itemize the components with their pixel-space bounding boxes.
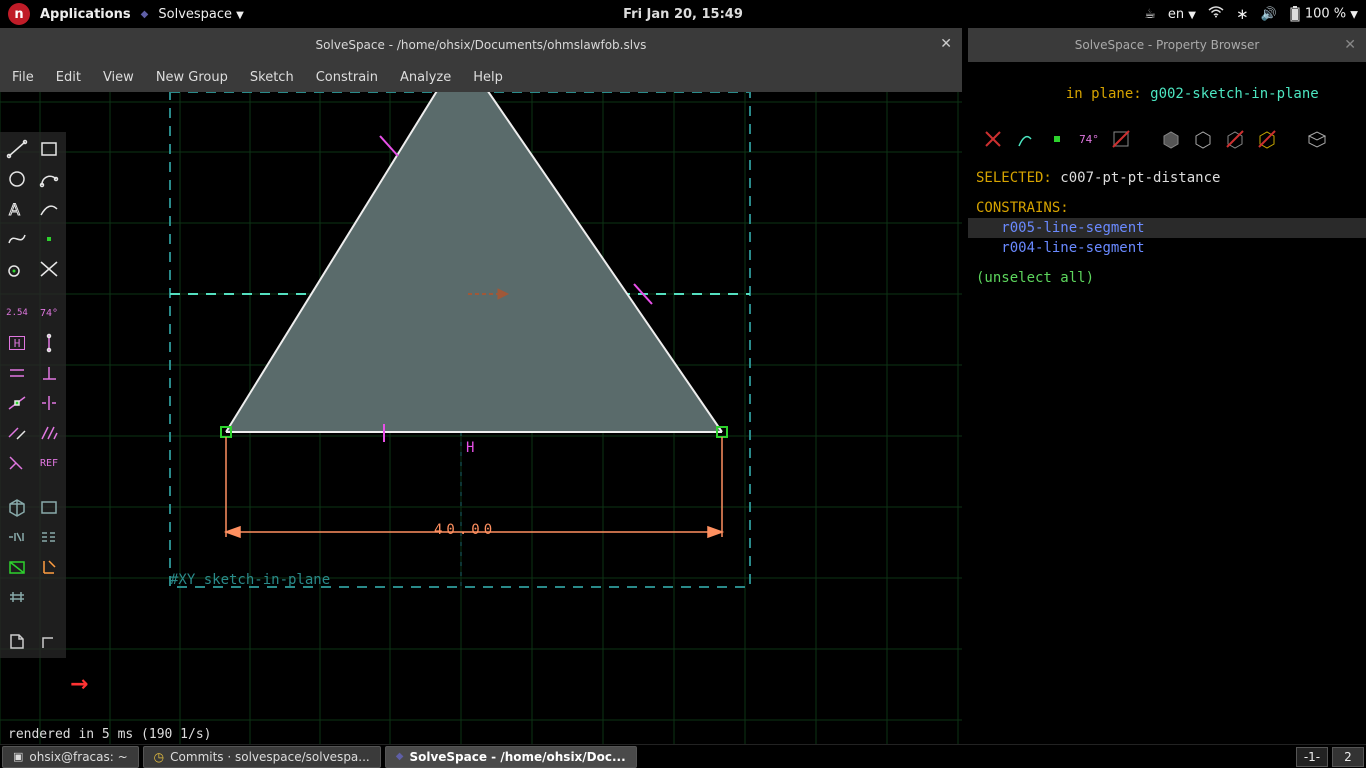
gnome-top-bar: n Applications ◆ Solvespace ▼ Fri Jan 20… xyxy=(0,0,1366,28)
task-terminal[interactable]: ▣ ohsix@fracas: ~ xyxy=(2,746,139,768)
pi-2[interactable] xyxy=(1014,128,1036,150)
pi-10[interactable] xyxy=(1306,128,1328,150)
tool-perpendicular[interactable] xyxy=(34,360,64,386)
pi-8[interactable] xyxy=(1224,128,1246,150)
menu-edit[interactable]: Edit xyxy=(56,70,81,85)
tool-view-1[interactable] xyxy=(2,524,32,550)
constrain-item-0[interactable]: r005-line-segment xyxy=(968,218,1366,238)
tool-tangent-arc[interactable] xyxy=(34,196,64,222)
tool-horizontal[interactable]: H xyxy=(9,336,25,350)
tool-text[interactable]: A xyxy=(2,196,32,222)
prop-title-text: SolveSpace - Property Browser xyxy=(1075,38,1260,52)
prop-titlebar[interactable]: SolveSpace - Property Browser ✕ xyxy=(968,28,1366,62)
tool-pt-on-line[interactable] xyxy=(2,390,32,416)
property-browser-window: SolveSpace - Property Browser ✕ in plane… xyxy=(968,28,1366,744)
close-icon[interactable]: ✕ xyxy=(940,36,952,52)
menubar: File Edit View New Group Sketch Constrai… xyxy=(0,62,962,92)
constrain-item-1[interactable]: r004-line-segment xyxy=(968,238,1366,258)
separator-icon: ◆ xyxy=(141,9,149,20)
pi-9[interactable] xyxy=(1256,128,1278,150)
red-arrow-icon: → xyxy=(70,672,88,697)
menu-analyze[interactable]: Analyze xyxy=(400,70,451,85)
task-browser[interactable]: ◷ Commits · solvespace/solvespa... xyxy=(143,746,381,768)
applications-menu[interactable]: Applications xyxy=(40,7,131,22)
pi-5[interactable] xyxy=(1110,128,1132,150)
tool-line[interactable] xyxy=(2,136,32,162)
unselect-all[interactable]: (unselect all) xyxy=(968,268,1366,288)
bluetooth-icon[interactable]: ∗ xyxy=(1236,5,1249,23)
tool-rectangle[interactable] xyxy=(34,136,64,162)
status-line: rendered in 5 ms (190 1/s) xyxy=(8,727,212,742)
prop-constrains-label: CONSTRAINS: xyxy=(968,198,1366,218)
tool-angle[interactable]: 74° xyxy=(34,300,64,326)
wifi-icon[interactable] xyxy=(1208,6,1224,22)
workspace-1[interactable]: -1- xyxy=(1296,747,1328,767)
toolbar: A 2.54 74° H REF xyxy=(0,132,66,658)
tool-circle[interactable] xyxy=(2,166,32,192)
browser-icon: ◷ xyxy=(154,750,164,764)
menu-new-group[interactable]: New Group xyxy=(156,70,228,85)
tool-construction[interactable] xyxy=(2,256,32,282)
language-indicator[interactable]: en ▼ xyxy=(1168,7,1196,22)
tool-bezier[interactable] xyxy=(2,226,32,252)
dimension-value[interactable]: 40.00 xyxy=(434,522,496,538)
tool-parallel[interactable] xyxy=(2,360,32,386)
menu-view[interactable]: View xyxy=(103,70,134,85)
tool-split[interactable] xyxy=(34,256,64,282)
tool-view-iso[interactable] xyxy=(2,494,32,520)
volume-icon[interactable]: 🔊 xyxy=(1261,7,1277,22)
pi-7[interactable] xyxy=(1192,128,1214,150)
tool-distance[interactable]: 2.54 xyxy=(2,300,32,326)
pi-1[interactable] xyxy=(982,128,1004,150)
tool-same-orient[interactable] xyxy=(34,420,64,446)
prop-toolbar: 74° xyxy=(968,124,1366,154)
workplane-label: #XY sketch-in-plane xyxy=(170,572,330,588)
clock[interactable]: Fri Jan 20, 15:49 xyxy=(623,7,743,22)
task-solvespace[interactable]: ◆ SolveSpace - /home/ohsix/Doc... xyxy=(385,746,637,768)
tool-view-3[interactable] xyxy=(2,584,32,610)
tool-other-constr[interactable] xyxy=(2,450,32,476)
tool-export-2[interactable] xyxy=(34,628,64,654)
menu-constrain[interactable]: Constrain xyxy=(316,70,378,85)
canvas[interactable]: 40.00 H #XY sketch-in-plane → A 2.54 74°… xyxy=(0,92,962,744)
coffee-icon[interactable]: ☕ xyxy=(1144,7,1156,22)
tool-show-constraints[interactable] xyxy=(34,554,64,580)
horizontal-constraint-label: H xyxy=(466,440,474,456)
battery-indicator[interactable]: 100 % ▼ xyxy=(1289,6,1358,22)
current-app-menu[interactable]: Solvespace ▼ xyxy=(158,7,244,22)
menu-sketch[interactable]: Sketch xyxy=(250,70,294,85)
tool-vertical[interactable] xyxy=(34,330,64,356)
prop-in-plane: in plane: g002-sketch-in-plane xyxy=(968,68,1366,120)
tool-equal[interactable] xyxy=(2,420,32,446)
tool-view-workplane[interactable] xyxy=(34,494,64,520)
tool-ref[interactable]: REF xyxy=(34,450,64,476)
svg-text:A: A xyxy=(9,200,20,219)
terminal-icon: ▣ xyxy=(13,750,23,763)
tool-view-2[interactable] xyxy=(34,524,64,550)
tool-symmetric[interactable] xyxy=(34,390,64,416)
prop-selected: SELECTED: c007-pt-pt-distance xyxy=(968,168,1366,188)
tool-arc[interactable] xyxy=(34,166,64,192)
solvespace-icon: ◆ xyxy=(396,751,404,762)
main-title: SolveSpace - /home/ohsix/Documents/ohmsl… xyxy=(316,38,647,52)
pi-6[interactable] xyxy=(1160,128,1182,150)
tool-show-edges[interactable] xyxy=(2,554,32,580)
tool-point[interactable] xyxy=(34,226,64,252)
pi-4[interactable]: 74° xyxy=(1078,128,1100,150)
menu-file[interactable]: File xyxy=(12,70,34,85)
close-icon[interactable]: ✕ xyxy=(1344,37,1356,53)
tool-export-1[interactable] xyxy=(2,628,32,654)
main-titlebar[interactable]: SolveSpace - /home/ohsix/Documents/ohmsl… xyxy=(0,28,962,62)
pi-3[interactable] xyxy=(1046,128,1068,150)
menu-help[interactable]: Help xyxy=(473,70,503,85)
activities-icon[interactable]: n xyxy=(8,3,30,25)
taskbar: ▣ ohsix@fracas: ~ ◷ Commits · solvespace… xyxy=(0,744,1366,768)
grid xyxy=(0,92,962,744)
solvespace-main-window: SolveSpace - /home/ohsix/Documents/ohmsl… xyxy=(0,28,962,744)
workspace-2[interactable]: 2 xyxy=(1332,747,1364,767)
